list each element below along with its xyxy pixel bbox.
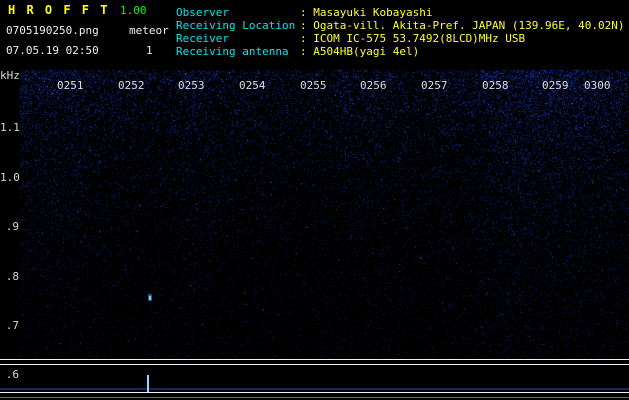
observation-datetime: 07.05.19 02:50 [6, 44, 99, 57]
hrofft-output-image: H R O F F T 1.00 0705190250.png meteor 0… [0, 0, 629, 400]
time-tick: 0255 [300, 79, 327, 92]
info-row-antenna: Receiving antenna : A504HB(yagi 4el) [176, 45, 625, 58]
meteor-count: 1 [146, 44, 153, 57]
time-tick: 0251 [57, 79, 84, 92]
strip-bottom-border [0, 392, 629, 393]
app-version: 1.00 [120, 4, 147, 17]
info-row-observer: Observer : Masayuki Kobayashi [176, 6, 625, 19]
strip-top-border [0, 364, 629, 365]
output-filename: 0705190250.png [6, 24, 99, 37]
time-tick: 0256 [360, 79, 387, 92]
freq-axis-unit: kHz [0, 69, 20, 82]
time-tick: 0258 [482, 79, 509, 92]
info-row-location: Receiving Location : Ogata-vill. Akita-P… [176, 19, 625, 32]
freq-tick: .7 [5, 319, 19, 332]
freq-tick: .9 [5, 220, 19, 233]
info-label: Receiving Location [176, 19, 296, 32]
info-value: : Ogata-vill. Akita-Pref. JAPAN (139.96E… [300, 19, 625, 32]
app-title: H R O F F T [8, 3, 110, 17]
mode-label: meteor [129, 24, 169, 37]
strip-outer-border [0, 359, 629, 360]
info-value: : ICOM IC-575 53.7492(8LCD)MHz USB [300, 32, 526, 45]
freq-tick: 1.1 [0, 121, 20, 134]
freq-tick: .8 [5, 270, 19, 283]
time-tick: 0259 [542, 79, 569, 92]
freq-tick: 1.0 [0, 171, 20, 184]
station-info: Observer : Masayuki Kobayashi Receiving … [176, 6, 625, 58]
info-label: Receiver [176, 32, 229, 45]
time-tick: 0252 [118, 79, 145, 92]
time-tick: 0253 [178, 79, 205, 92]
time-tick: 0300 [584, 79, 611, 92]
info-row-receiver: Receiver : ICOM IC-575 53.7492(8LCD)MHz … [176, 32, 625, 45]
time-axis: 0251 0252 0253 0254 0255 0256 0257 0258 … [20, 80, 629, 92]
time-tick: 0257 [421, 79, 448, 92]
info-value: : A504HB(yagi 4el) [300, 45, 420, 58]
info-label: Observer [176, 6, 229, 19]
strip-lower-border [0, 397, 629, 398]
info-label: Receiving antenna [176, 45, 289, 58]
level-baseline [0, 388, 629, 390]
info-value: : Masayuki Kobayashi [300, 6, 433, 19]
level-spike [147, 375, 149, 392]
spectrogram-canvas [20, 70, 629, 358]
freq-tick: .6 [5, 368, 19, 381]
time-tick: 0254 [239, 79, 266, 92]
